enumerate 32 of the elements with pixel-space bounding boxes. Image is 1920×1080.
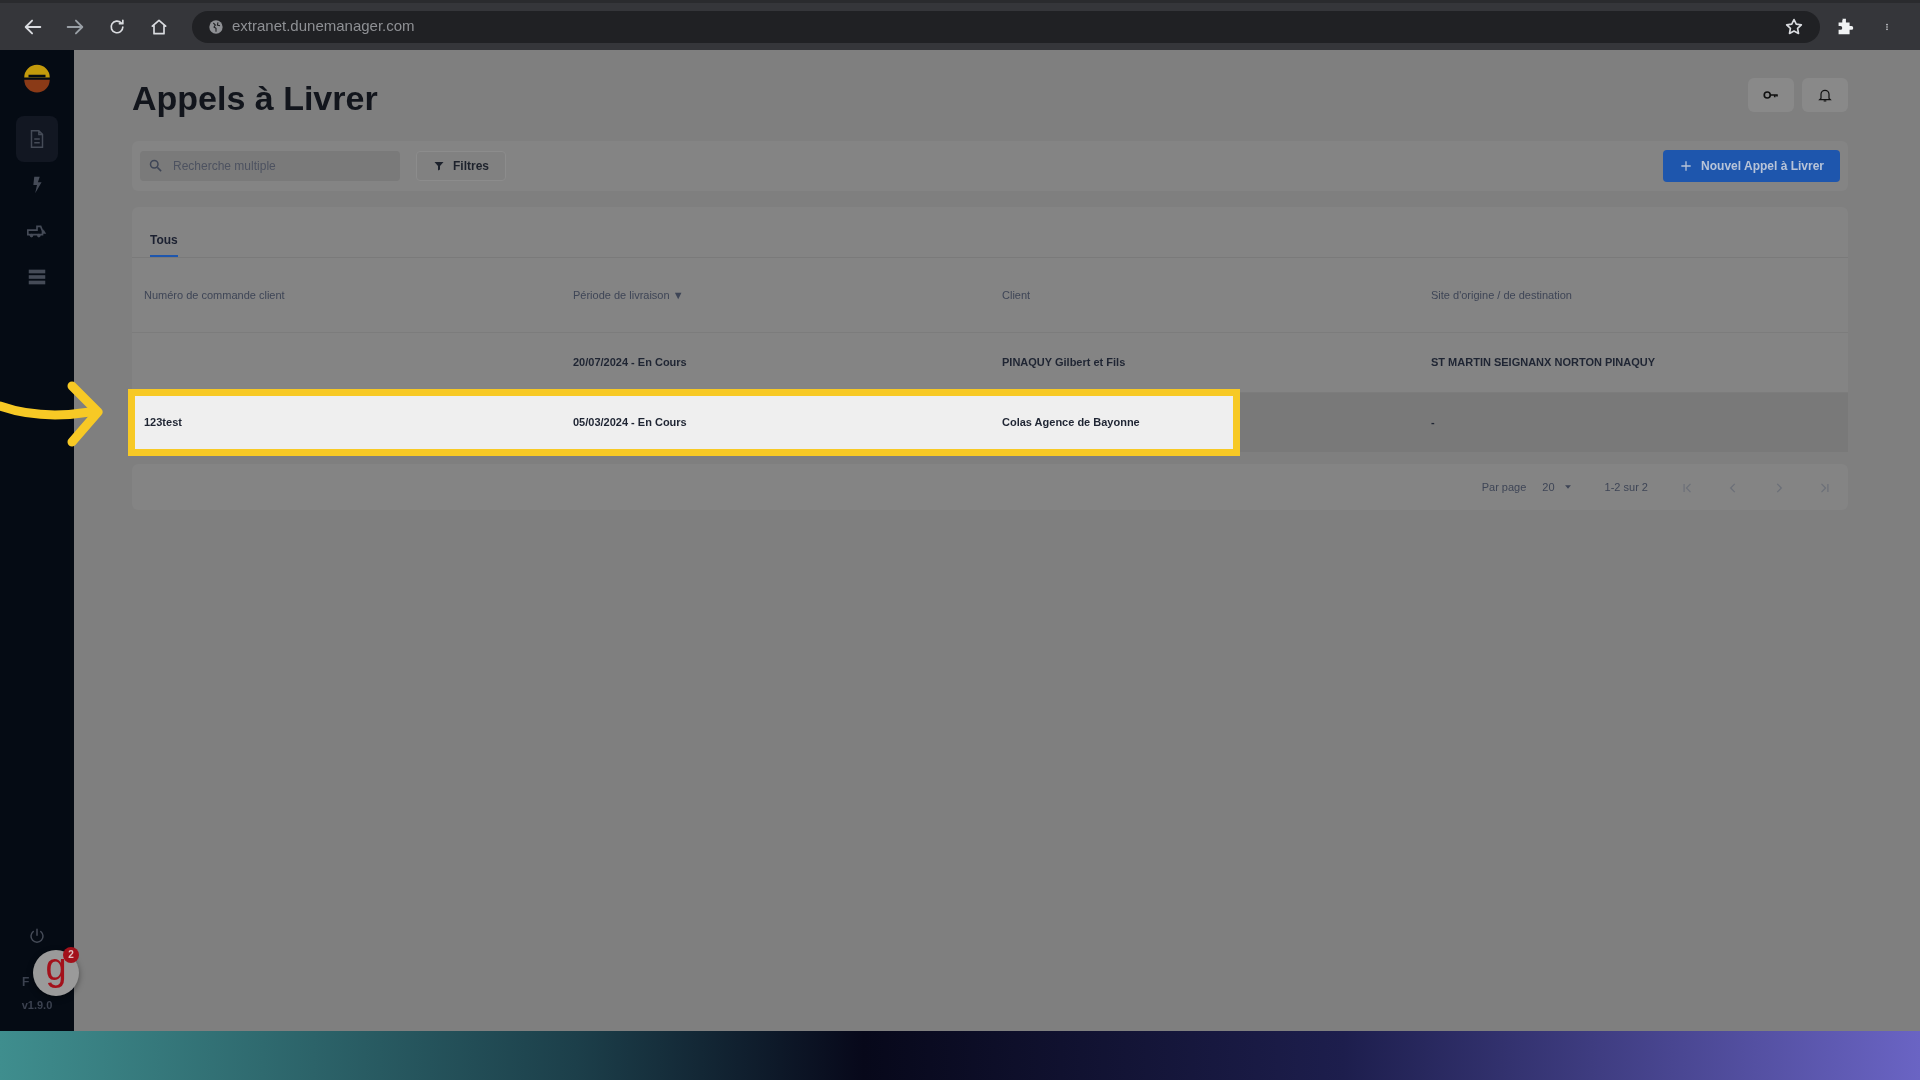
sidebar-item[interactable]: [16, 116, 58, 162]
search-icon: [148, 158, 163, 174]
user-initials: F: [22, 973, 30, 991]
per-page-select[interactable]: 20: [1542, 478, 1573, 496]
filter-icon: [433, 159, 445, 172]
table-cell-text: 05/03/2024 - En Cours: [572, 415, 688, 431]
filter-button[interactable]: Filtres: [416, 150, 506, 181]
tab[interactable]: Tous: [150, 226, 178, 257]
plus-icon: [1679, 158, 1694, 173]
notification-button[interactable]: [1802, 78, 1848, 112]
key-button[interactable]: [1748, 78, 1794, 112]
new-button[interactable]: Nouvel Appel à Livrer: [1663, 149, 1840, 182]
column-header[interactable]: Site d'origine / de destination: [1419, 257, 1848, 332]
page-range: 1-2 sur 2: [1604, 479, 1648, 495]
star-icon[interactable]: [1784, 16, 1804, 37]
table-cell-text: ST MARTIN SEIGNANX NORTON PINAQUY: [1430, 355, 1657, 371]
url-text[interactable]: extranet.dunemanager.com: [232, 15, 415, 38]
notification-badge: 2: [63, 947, 79, 963]
power-icon[interactable]: [28, 926, 46, 945]
globe-icon: [208, 18, 224, 35]
bell-icon: [1817, 87, 1833, 103]
column-header[interactable]: Client: [990, 257, 1419, 332]
version-text: v1.9.0: [21, 997, 53, 1013]
table-cell-text: Colas Agence de Bayonne: [1001, 415, 1141, 431]
column-header[interactable]: Numéro de commande client: [132, 257, 561, 332]
table-cell-text: 20/07/2024 - En Cours: [572, 355, 688, 371]
page-title: Appels à Livrer: [132, 78, 378, 119]
table-cell-text: -: [1430, 415, 1436, 431]
per-page-label: Par page: [1481, 479, 1527, 495]
table-cell-text: 123test: [143, 415, 183, 431]
table-cell-text: PINAQUY Gilbert et Fils: [1001, 355, 1127, 371]
column-header[interactable]: Période de livraison ▼: [561, 257, 990, 332]
